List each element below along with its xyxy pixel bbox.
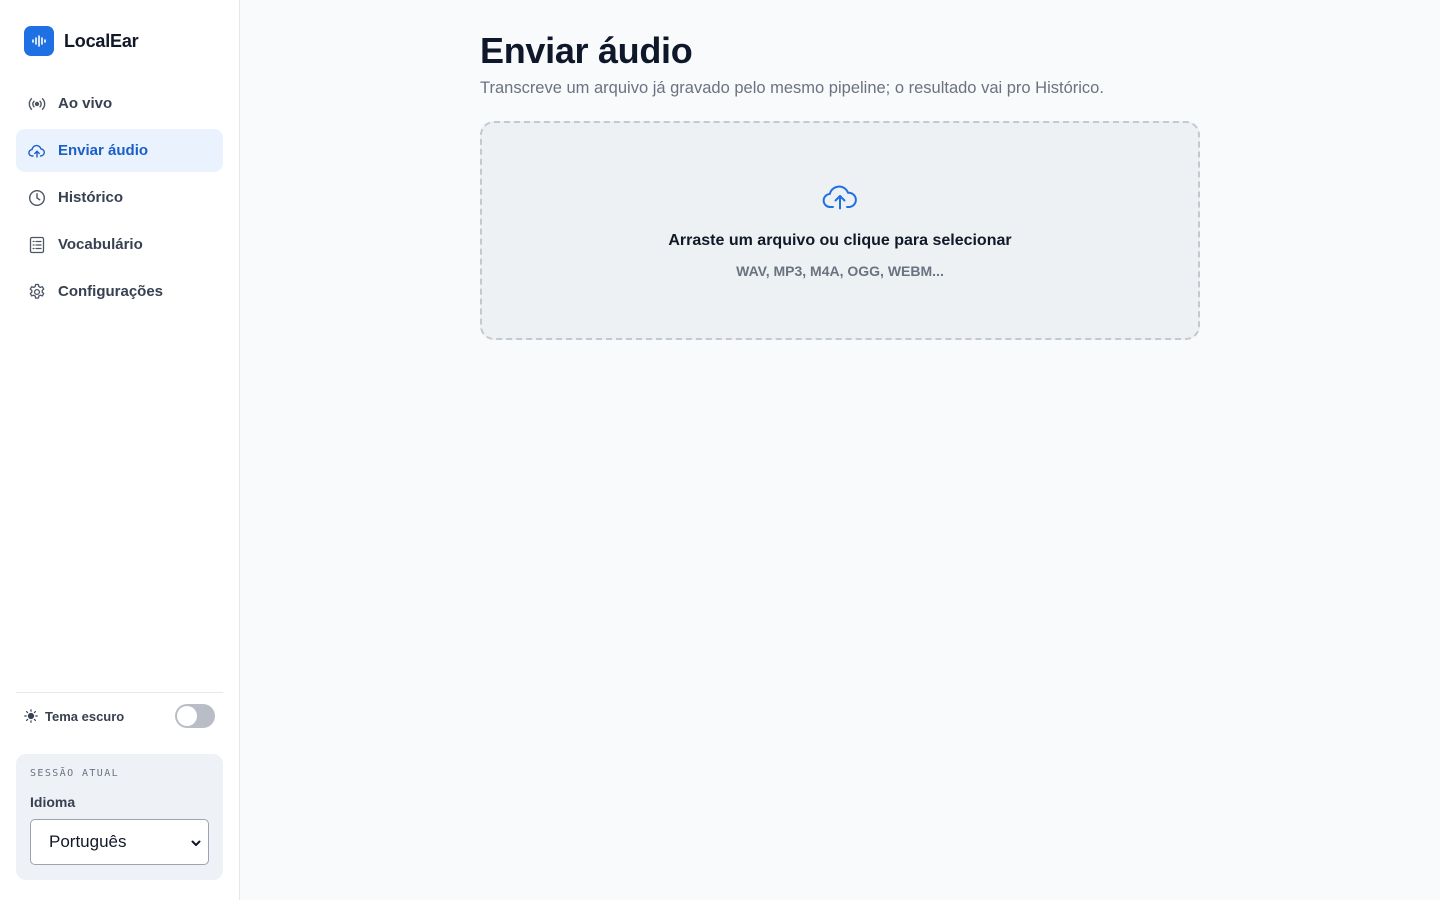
app-name: LocalEar (64, 30, 139, 51)
sidebar-item-enviar-audio[interactable]: Enviar áudio (16, 129, 223, 172)
language-label: Idioma (30, 794, 76, 810)
sun-icon (24, 709, 38, 723)
session-card: Sessão atual Idioma Português (16, 754, 223, 880)
cloud-upload-icon (822, 183, 858, 211)
page-title: Enviar áudio (480, 30, 693, 71)
toggle-knob (177, 706, 197, 726)
cloud-upload-icon (28, 142, 46, 160)
sidebar-item-label: Enviar áudio (58, 142, 149, 159)
page-subtitle: Transcreve um arquivo já gravado pelo me… (480, 79, 1104, 97)
sidebar-item-historico[interactable]: Histórico (16, 176, 223, 219)
gear-icon (28, 283, 46, 301)
list-icon (28, 236, 46, 254)
file-dropzone[interactable]: Arraste um arquivo ou clique para seleci… (480, 121, 1200, 340)
sidebar-item-label: Histórico (58, 189, 124, 206)
sidebar-divider (16, 692, 223, 693)
session-title: Sessão atual (30, 768, 120, 779)
theme-toggle-row: Tema escuro (24, 704, 215, 728)
clock-icon (28, 189, 46, 207)
soundwave-logo-icon (24, 26, 54, 56)
dropzone-text: Arraste um arquivo ou clique para seleci… (668, 232, 1012, 249)
dropzone-formats: WAV, MP3, M4A, OGG, WEBM... (736, 263, 944, 279)
sidebar-item-label: Vocabulário (58, 236, 143, 253)
sidebar-item-label: Configurações (58, 283, 164, 300)
sidebar-item-configuracoes[interactable]: Configurações (16, 270, 223, 313)
sidebar-nav: Ao vivo Enviar áudio Histórico Vocabulár… (16, 82, 223, 317)
broadcast-icon (28, 95, 46, 113)
sidebar-item-ao-vivo[interactable]: Ao vivo (16, 82, 223, 125)
sidebar-item-label: Ao vivo (58, 95, 113, 112)
brand[interactable]: LocalEar (24, 26, 139, 56)
dark-theme-toggle[interactable] (175, 704, 215, 728)
sidebar: LocalEar Ao vivo Enviar áudio Histórico … (0, 0, 240, 900)
chevron-down-icon (190, 836, 202, 854)
language-select-value: Português (49, 832, 127, 851)
language-select[interactable]: Português (30, 819, 209, 865)
theme-toggle-label: Tema escuro (45, 708, 125, 724)
sidebar-item-vocabulario[interactable]: Vocabulário (16, 223, 223, 266)
